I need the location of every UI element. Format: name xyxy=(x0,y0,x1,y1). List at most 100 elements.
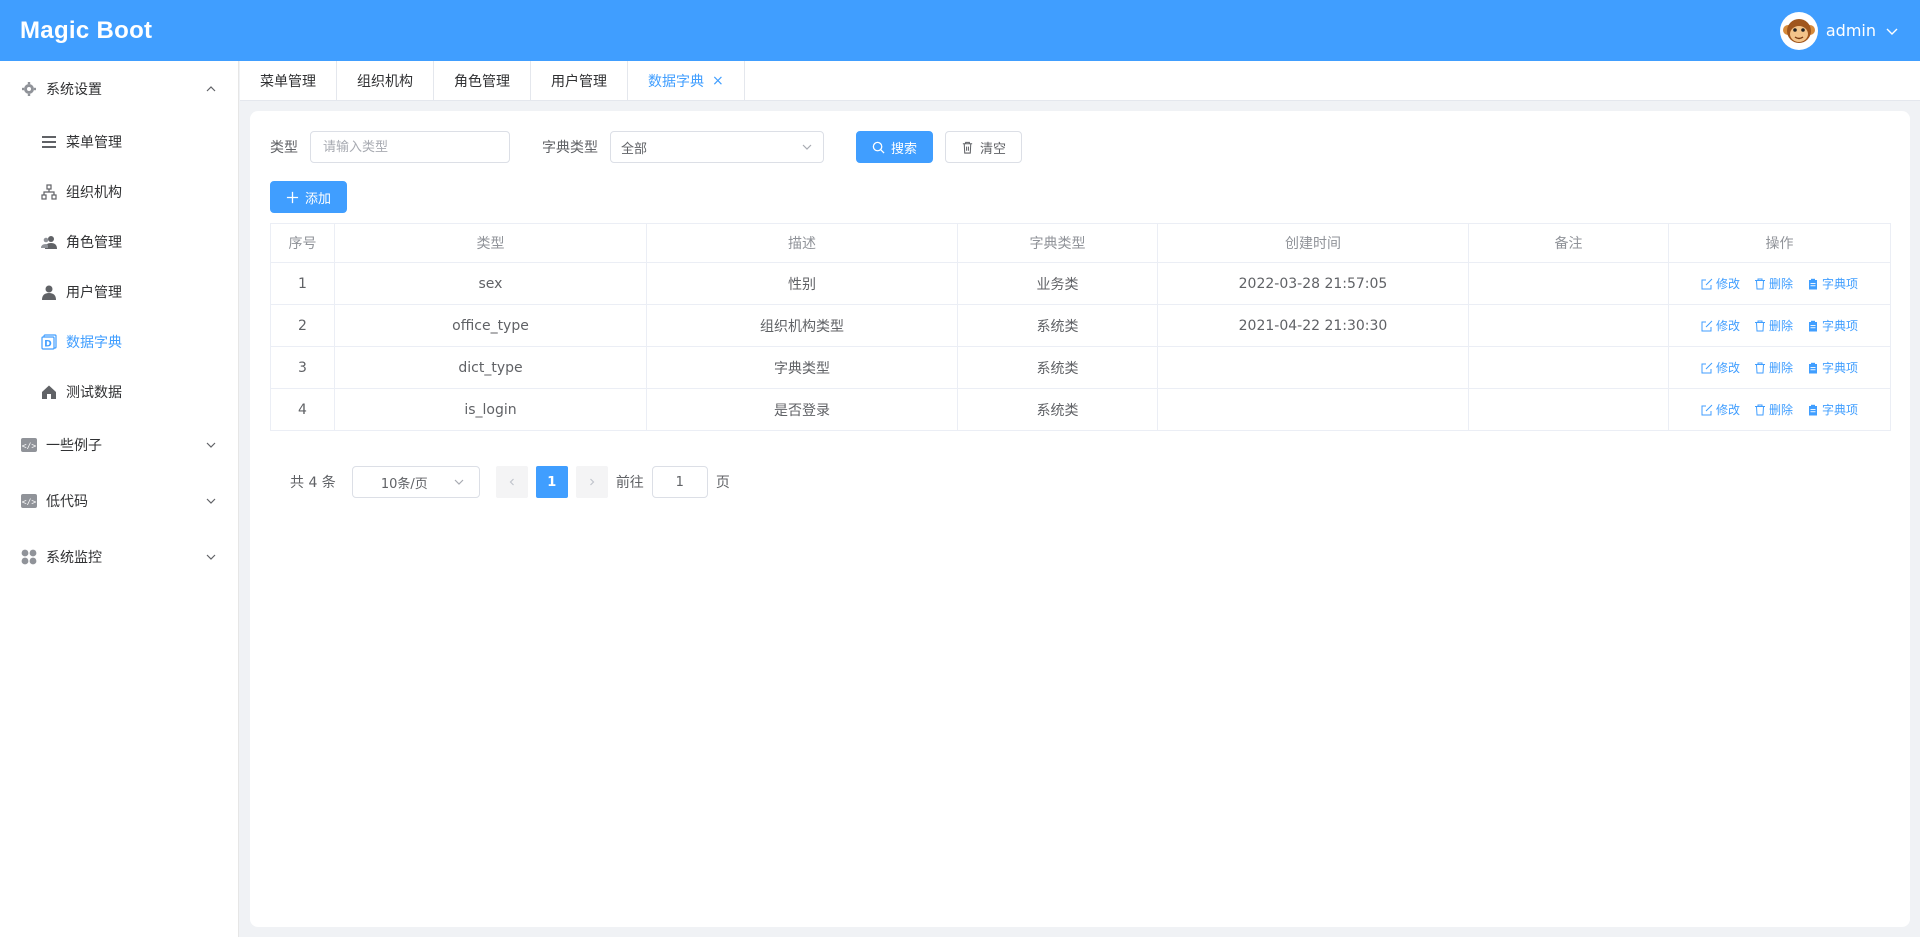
chevron-down-icon[interactable] xyxy=(1884,23,1900,39)
cell-dict-type: 系统类 xyxy=(957,388,1158,431)
sidebar-item-users[interactable]: 用户管理 xyxy=(0,267,238,317)
tab-bar: 菜单管理 组织机构 角色管理 用户管理 数据字典 × xyxy=(240,61,1920,101)
cell-desc: 组织机构类型 xyxy=(646,304,958,347)
tab-users[interactable]: 用户管理 xyxy=(531,61,628,101)
org-tree-icon xyxy=(40,183,58,201)
type-input[interactable] xyxy=(310,131,510,163)
tab-menu[interactable]: 菜单管理 xyxy=(240,61,337,101)
chevron-down-icon xyxy=(206,554,216,560)
page-size-select[interactable]: 10条/页 xyxy=(351,466,480,498)
dict-type-label: 字典类型 xyxy=(542,140,598,156)
edit-label: 修改 xyxy=(1715,319,1740,333)
sidebar-item-roles[interactable]: 角色管理 xyxy=(0,217,238,267)
col-header-desc: 描述 xyxy=(646,223,958,263)
dictionary-icon: D xyxy=(40,333,58,351)
edit-button[interactable]: 修改 xyxy=(1701,401,1740,418)
tab-label: 用户管理 xyxy=(551,74,607,90)
search-button-label: 搜索 xyxy=(891,141,918,157)
chevron-down-icon xyxy=(206,498,216,504)
code-icon: </> xyxy=(20,492,38,510)
chevron-right-icon xyxy=(589,478,595,486)
search-icon xyxy=(872,141,885,154)
delete-button[interactable]: 删除 xyxy=(1754,275,1793,292)
cell-desc: 是否登录 xyxy=(646,388,958,431)
sidebar-item-test-data[interactable]: 测试数据 xyxy=(0,367,238,417)
user-menu[interactable]: admin xyxy=(1779,11,1900,50)
list-icon xyxy=(40,133,58,151)
trash-icon xyxy=(1754,362,1765,373)
sidebar-item-org[interactable]: 组织机构 xyxy=(0,167,238,217)
content-card: 类型 字典类型 全部 搜索 清空 添加 序号 类型 描述 xyxy=(250,111,1910,927)
delete-button[interactable]: 删除 xyxy=(1754,359,1793,376)
user-name[interactable]: admin xyxy=(1826,21,1876,40)
edit-icon xyxy=(1701,404,1713,415)
delete-label: 删除 xyxy=(1768,361,1793,375)
chevron-down-icon xyxy=(454,479,464,485)
clear-button[interactable]: 清空 xyxy=(945,131,1023,163)
cell-dict-type: 系统类 xyxy=(957,304,1158,347)
dict-items-button[interactable]: 字典项 xyxy=(1807,401,1858,418)
sidebar-item-dictionary[interactable]: D 数据字典 xyxy=(0,317,238,367)
cell-type: sex xyxy=(334,262,647,305)
home-icon xyxy=(40,383,58,401)
next-page-button[interactable] xyxy=(575,466,608,498)
dict-type-select[interactable]: 全部 xyxy=(610,131,824,163)
table-header-row: 序号 类型 描述 字典类型 创建时间 备注 操作 xyxy=(270,223,1891,263)
edit-icon xyxy=(1701,320,1713,331)
col-header-actions: 操作 xyxy=(1668,223,1891,263)
sidebar-item-menu[interactable]: 菜单管理 xyxy=(0,117,238,167)
edit-button[interactable]: 修改 xyxy=(1701,317,1740,334)
search-button[interactable]: 搜索 xyxy=(856,131,934,163)
gear-icon xyxy=(20,80,38,98)
page-number-current[interactable]: 1 xyxy=(535,466,568,498)
sidebar: 系统设置 菜单管理 组织机构 角色管理 用户管理 D 数据字典 测试数据 </>… xyxy=(0,61,239,937)
dict-type-value: 全部 xyxy=(621,141,648,157)
edit-icon xyxy=(1701,278,1713,289)
sidebar-group-lowcode[interactable]: </> 低代码 xyxy=(0,473,238,529)
prev-page-button[interactable] xyxy=(495,466,528,498)
sidebar-item-label: 角色管理 xyxy=(66,235,122,251)
cell-desc: 性别 xyxy=(646,262,958,305)
tab-roles[interactable]: 角色管理 xyxy=(434,61,531,101)
chevron-down-icon xyxy=(802,144,812,150)
dict-items-button[interactable]: 字典项 xyxy=(1807,275,1858,292)
dict-items-button[interactable]: 字典项 xyxy=(1807,317,1858,334)
close-icon[interactable]: × xyxy=(712,74,724,88)
tab-label: 组织机构 xyxy=(357,74,413,90)
delete-label: 删除 xyxy=(1768,319,1793,333)
cell-index: 1 xyxy=(270,262,335,305)
app-logo[interactable]: Magic Boot xyxy=(20,17,152,45)
tab-label: 菜单管理 xyxy=(260,74,316,90)
chevron-down-icon xyxy=(206,442,216,448)
cell-index: 4 xyxy=(270,388,335,431)
cell-actions: 修改 删除 字典项 xyxy=(1668,262,1891,305)
col-header-dict-type: 字典类型 xyxy=(957,223,1158,263)
clipboard-icon xyxy=(1809,278,1817,289)
avatar[interactable] xyxy=(1779,11,1818,50)
tab-org[interactable]: 组织机构 xyxy=(337,61,434,101)
sidebar-group-label: 一些例子 xyxy=(46,438,102,454)
sidebar-group-examples[interactable]: </> 一些例子 xyxy=(0,417,238,473)
dict-items-button[interactable]: 字典项 xyxy=(1807,359,1858,376)
edit-button[interactable]: 修改 xyxy=(1701,359,1740,376)
sidebar-group-monitor[interactable]: 系统监控 xyxy=(0,529,238,585)
delete-label: 删除 xyxy=(1768,277,1793,291)
edit-button[interactable]: 修改 xyxy=(1701,275,1740,292)
add-button[interactable]: 添加 xyxy=(270,181,348,213)
svg-text:D: D xyxy=(44,340,51,350)
goto-page-input[interactable] xyxy=(651,466,708,498)
cell-desc: 字典类型 xyxy=(646,346,958,389)
clipboard-icon xyxy=(1809,362,1817,373)
tab-dictionary[interactable]: 数据字典 × xyxy=(628,61,745,101)
cell-index: 2 xyxy=(270,304,335,347)
delete-button[interactable]: 删除 xyxy=(1754,401,1793,418)
chevron-left-icon xyxy=(509,478,514,486)
delete-button[interactable]: 删除 xyxy=(1754,317,1793,334)
add-button-label: 添加 xyxy=(305,191,332,207)
sidebar-group-label: 系统监控 xyxy=(46,550,102,566)
search-form: 类型 字典类型 全部 搜索 清空 xyxy=(270,131,1023,163)
cell-created xyxy=(1157,346,1469,389)
sidebar-group-system[interactable]: 系统设置 xyxy=(0,61,238,117)
edit-label: 修改 xyxy=(1715,403,1740,417)
cell-type: office_type xyxy=(334,304,647,347)
